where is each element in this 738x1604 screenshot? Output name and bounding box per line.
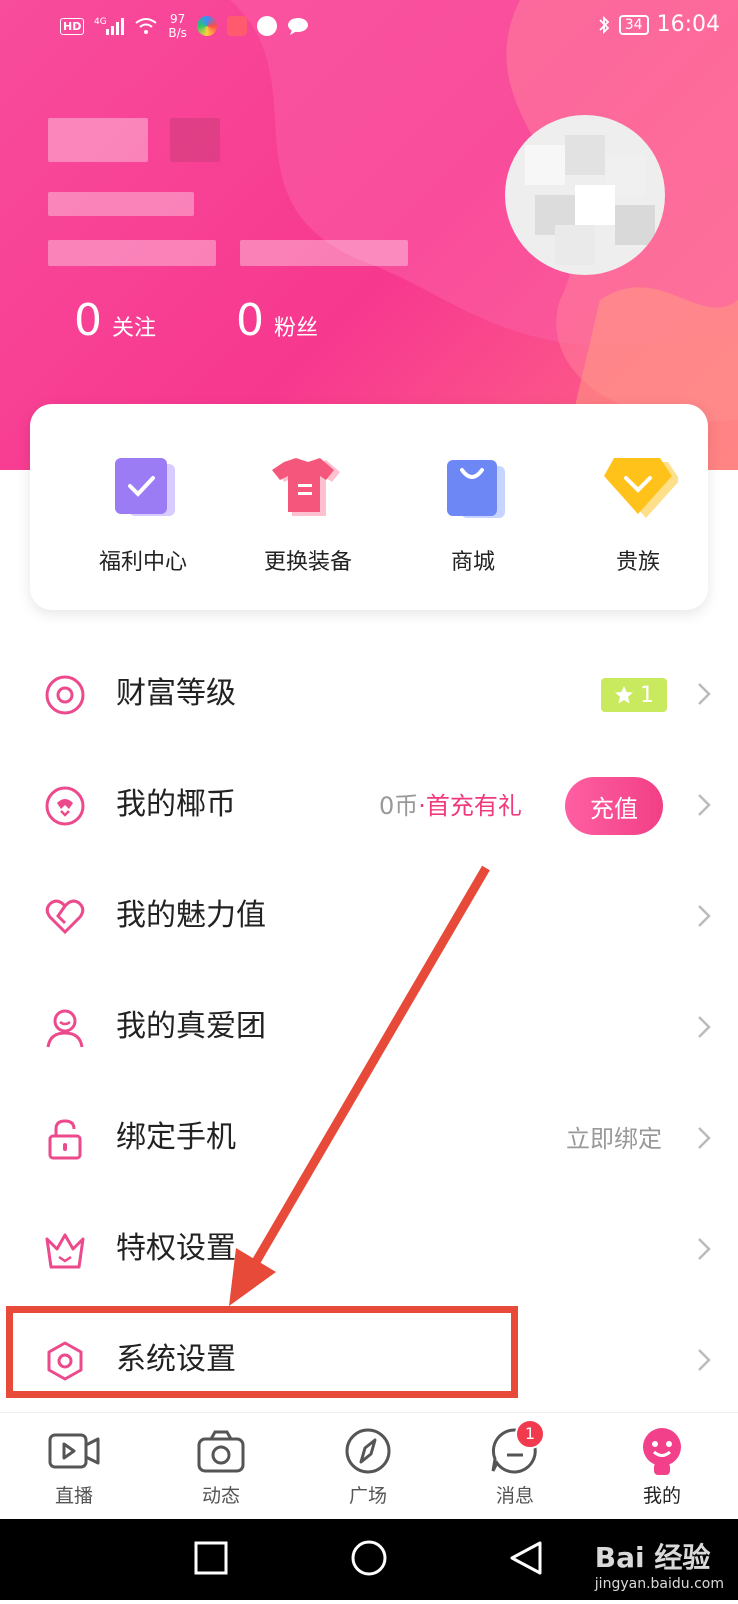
battery-indicator: 34 <box>618 14 649 35</box>
menu-item-wealth-level[interactable]: 财富等级 1 <box>0 640 738 751</box>
hd-indicator: HD <box>60 17 85 35</box>
change-outfit-button[interactable]: 更换装备 <box>233 454 383 576</box>
bind-now-link[interactable]: 立即绑定 <box>566 1122 662 1156</box>
first-recharge-promo[interactable]: 首充有礼 <box>426 792 522 820</box>
fans-label: 粉丝 <box>274 316 319 341</box>
bottom-tab-bar: 直播 动态 广场 1 消息 我的 <box>0 1412 738 1520</box>
clock: 16:04 <box>656 12 720 37</box>
chevron-right-icon <box>698 1016 711 1038</box>
lock-icon <box>48 1119 82 1160</box>
back-icon <box>510 1541 542 1575</box>
menu-item-charm[interactable]: 我的魅力值 <box>0 862 738 973</box>
bluetooth-icon <box>599 15 610 34</box>
follow-count: 0 <box>74 295 102 346</box>
wifi-icon <box>135 18 157 34</box>
unread-badge: 1 <box>515 1419 545 1449</box>
mall-button[interactable]: 商城 <box>398 454 548 576</box>
user-info-blurred <box>48 240 216 266</box>
fans-count: 0 <box>236 295 264 346</box>
username-blurred <box>48 118 148 162</box>
wealth-circle-icon <box>45 675 85 715</box>
profile-face-icon <box>634 1425 690 1477</box>
system-navigation-bar: Bai 经验 jingyan.baidu.com <box>0 1519 738 1600</box>
follow-stat[interactable]: 0 关注 <box>74 296 156 346</box>
shirt-icon <box>268 454 348 524</box>
tab-moments[interactable]: 动态 <box>171 1425 271 1508</box>
message-icon: 1 <box>487 1419 545 1477</box>
coin-balance: 0币·首充有礼 <box>379 792 522 820</box>
signal-icon: 4G <box>94 17 125 35</box>
menu-item-bind-phone[interactable]: 绑定手机 立即绑定 <box>0 1084 738 1195</box>
username-blurred <box>170 118 220 162</box>
svg-text:4G: 4G <box>94 17 107 27</box>
net-speed: 97 B/s <box>168 12 187 40</box>
tab-square[interactable]: 广场 <box>318 1425 418 1508</box>
tab-mine[interactable]: 我的 <box>612 1425 712 1508</box>
chevron-right-icon <box>698 683 711 705</box>
chevron-right-icon <box>698 794 711 816</box>
shopping-bag-icon <box>433 454 513 524</box>
chevron-right-icon <box>698 905 711 927</box>
avatar[interactable] <box>505 115 665 275</box>
menu-item-my-coins[interactable]: 我的椰币 0币·首充有礼 充值 <box>0 751 738 862</box>
wealth-level-badge: 1 <box>601 678 667 712</box>
fans-stat[interactable]: 0 粉丝 <box>236 296 318 346</box>
video-icon <box>46 1425 102 1477</box>
crown-icon <box>45 1233 85 1269</box>
chevron-right-icon <box>698 1349 711 1371</box>
welfare-center-button[interactable]: 福利中心 <box>68 454 218 576</box>
user-icon <box>46 1009 84 1048</box>
tab-live[interactable]: 直播 <box>24 1425 124 1508</box>
avatar-pixelated <box>525 135 655 265</box>
quick-actions-card: 福利中心 更换装备 商城 贵族 <box>30 404 708 610</box>
diamond-icon <box>598 454 680 524</box>
home-icon <box>351 1540 387 1576</box>
user-id-blurred <box>48 192 194 216</box>
status-bar: HD 4G 97 B/s 34 16:04 <box>0 0 738 56</box>
calendar-app-icon <box>226 16 247 36</box>
follow-label: 关注 <box>112 316 157 341</box>
star-icon <box>615 686 633 704</box>
chevron-right-icon <box>698 1127 711 1149</box>
user-info-blurred <box>240 240 408 266</box>
settings-menu: 财富等级 1 我的椰币 0币·首充有礼 充值 我的魅力值 我的真爱团 绑定手机 … <box>0 640 738 1417</box>
app-notification-icon <box>256 16 277 36</box>
compass-icon <box>340 1425 396 1477</box>
recharge-button[interactable]: 充值 <box>565 777 663 835</box>
nobility-button[interactable]: 贵族 <box>563 454 713 576</box>
profile-header: HD 4G 97 B/s 34 16:04 0 关注 0 粉丝 <box>0 0 738 470</box>
annotation-highlight-box <box>6 1306 518 1398</box>
app-notification-icon <box>196 16 217 36</box>
tab-messages[interactable]: 1 消息 <box>465 1419 565 1508</box>
camera-icon <box>193 1425 249 1477</box>
menu-item-fan-group[interactable]: 我的真爱团 <box>0 973 738 1084</box>
coin-icon <box>45 786 85 826</box>
check-icon <box>103 454 183 524</box>
chevron-right-icon <box>698 1238 711 1260</box>
recent-apps-icon <box>194 1541 228 1575</box>
menu-item-privilege[interactable]: 特权设置 <box>0 1195 738 1306</box>
heart-icon <box>45 899 85 935</box>
chat-bubble-icon <box>287 18 308 35</box>
baidu-watermark: Bai 经验 jingyan.baidu.com <box>594 1541 724 1592</box>
